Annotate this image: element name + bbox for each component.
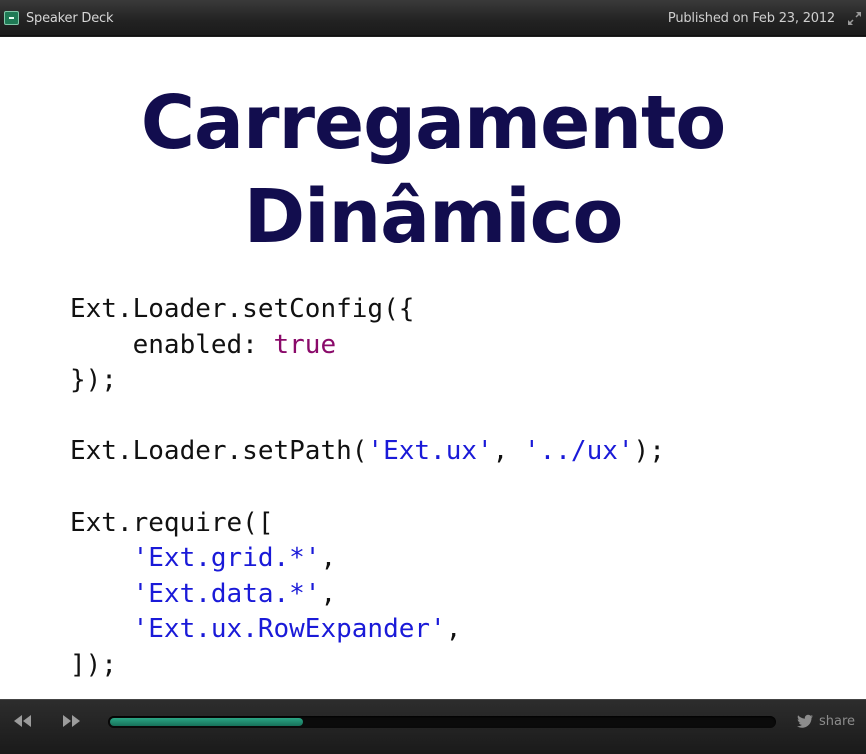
code-text: , — [320, 578, 337, 609]
twitter-bird-icon — [797, 714, 813, 728]
code-text: ]); — [70, 649, 117, 680]
player-controls: share — [0, 699, 866, 754]
code-text: }); — [70, 365, 117, 396]
top-bar: Speaker Deck Published on Feb 23, 2012 — [0, 0, 866, 36]
code-line: Ext.Loader.setConfig({ — [70, 292, 665, 328]
progress-bar[interactable] — [108, 716, 776, 728]
code-text: enabled: — [70, 329, 274, 360]
code-keyword: true — [273, 329, 337, 360]
code-text: Ext.Loader.setConfig({ — [70, 294, 415, 324]
code-string: '../ux' — [523, 436, 634, 467]
rewind-icon[interactable] — [12, 714, 34, 728]
code-block: Ext.Loader.setConfig({ enabled: true}); E… — [70, 292, 665, 684]
code-string: 'Ext.data.*' — [132, 578, 321, 609]
code-line: 'Ext.ux.RowExpander', — [70, 612, 665, 648]
code-text: Ext.Loader.setPath( — [70, 436, 368, 467]
code-line: 'Ext.data.*', — [70, 577, 665, 613]
share-button[interactable]: share — [796, 712, 855, 730]
code-text: , — [445, 614, 462, 645]
speaker-deck-logo-icon[interactable] — [4, 11, 19, 25]
expand-icon[interactable] — [847, 11, 862, 26]
code-line: Ext.require([ — [70, 506, 665, 542]
brand-link[interactable]: Speaker Deck — [26, 11, 113, 26]
code-line: 'Ext.grid.*', — [70, 541, 665, 577]
code-text: Ext.require([ — [70, 507, 274, 538]
code-string: 'Ext.ux.RowExpander' — [132, 614, 446, 645]
code-text: , — [492, 436, 524, 467]
code-line: }); — [70, 363, 665, 399]
code-line: enabled: true — [70, 328, 665, 364]
slide-title-line-2: Dinâmico — [243, 174, 624, 260]
slide-title-line-1: Carregamento — [140, 80, 727, 166]
code-line: Ext.Loader.setPath('Ext.ux', '../ux'); — [70, 434, 665, 470]
slide-title: Carregamento Dinâmico — [0, 76, 866, 264]
code-string: 'Ext.ux' — [367, 436, 493, 467]
slide: Carregamento Dinâmico Ext.Loader.setConf… — [0, 37, 866, 699]
code-line: ]); — [70, 648, 665, 684]
share-label: share — [819, 713, 856, 729]
fast-forward-icon[interactable] — [60, 714, 82, 728]
code-string: 'Ext.grid.*' — [132, 543, 321, 574]
code-text: ); — [633, 436, 665, 467]
progress-fill — [110, 718, 303, 726]
code-text: , — [320, 543, 337, 574]
published-date: Published on Feb 23, 2012 — [667, 11, 835, 26]
